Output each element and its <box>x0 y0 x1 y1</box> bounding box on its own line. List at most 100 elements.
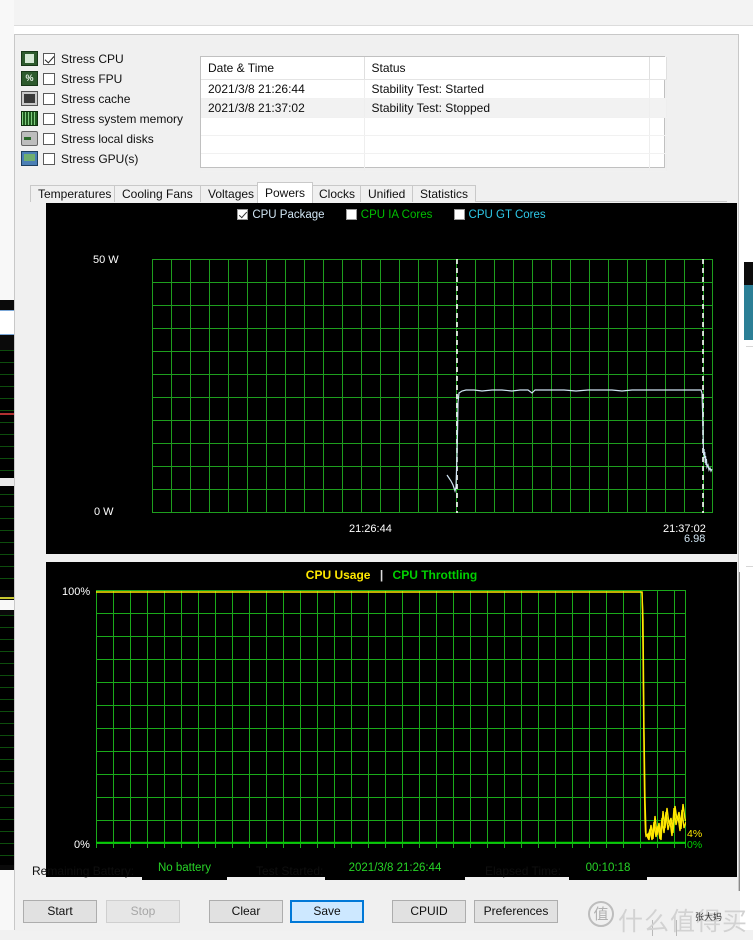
usage-graph-title: CPU Usage | CPU Throttling <box>46 568 737 582</box>
stress-cache-label: Stress cache <box>61 91 131 106</box>
stress-disks-checkbox[interactable] <box>43 132 55 145</box>
tab-statistics[interactable]: Statistics <box>412 185 477 202</box>
table-row[interactable]: 2021/3/8 21:37:02 Stability Test: Stoppe… <box>201 98 667 118</box>
battery-label: Remaining Battery: <box>32 864 135 878</box>
table-row[interactable] <box>201 153 667 172</box>
watermark: 值 什么值得买 张大妈 <box>588 893 753 935</box>
watermark-logo-icon: 值 <box>588 901 614 927</box>
battery-value: No battery <box>142 856 227 880</box>
power-series-cpu-package <box>446 389 713 494</box>
usage-graph-panel: CPU Usage | CPU Throttling 100% 0% 4% 0% <box>46 562 737 877</box>
power-x-axis-start-label: 21:26:44 <box>349 523 392 535</box>
legend-cpu-package-checkbox[interactable] <box>237 209 249 220</box>
legend-cpu-ia-cores-label: CPU IA Cores <box>360 209 433 221</box>
clear-button[interactable]: Clear <box>209 900 283 923</box>
table-row[interactable] <box>201 135 667 154</box>
stress-option-disks[interactable]: Stress local disks <box>21 129 196 148</box>
stress-option-gpu[interactable]: Stress GPU(s) <box>21 149 196 168</box>
power-current-value-label: 6.98 <box>684 533 706 545</box>
power-plot-svg <box>152 259 713 513</box>
screenshot-root: Stress CPU % Stress FPU Stress cache Str… <box>0 0 753 940</box>
stability-log-table[interactable]: Date & Time Status 2021/3/8 21:26:44 Sta… <box>200 56 667 172</box>
power-y-axis-min-label: 0 W <box>94 506 114 518</box>
legend-cpu-gt-cores-checkbox[interactable] <box>453 209 465 220</box>
stress-gpu-checkbox[interactable] <box>43 152 55 165</box>
usage-series-cpu-usage <box>96 591 686 841</box>
cpuid-powermax-window: Stress CPU % Stress FPU Stress cache Str… <box>14 34 740 931</box>
throttle-current-value-label: 0% <box>687 839 703 851</box>
desktop-top-strip <box>0 0 753 26</box>
elapsed-time-label: Elapsed Time: <box>485 864 562 878</box>
background-right-dark-band <box>744 262 753 286</box>
usage-y-axis-max-label: 100% <box>62 586 91 598</box>
usage-plot-area <box>96 590 686 848</box>
table-row[interactable] <box>201 117 667 136</box>
test-started-value: 2021/3/8 21:26:44 <box>325 856 465 880</box>
usage-title-cpu-throttling: CPU Throttling <box>392 568 478 582</box>
power-graph-panel: CPU Package CPU IA Cores CPU GT Cores 50… <box>46 203 737 554</box>
stress-options-list: Stress CPU % Stress FPU Stress cache Str… <box>21 49 196 169</box>
save-button[interactable]: Save <box>290 900 364 923</box>
usage-plot-svg <box>96 590 686 848</box>
legend-cpu-package-label: CPU Package <box>252 209 325 221</box>
usage-title-separator: | <box>379 568 384 582</box>
stress-memory-label: Stress system memory <box>61 111 184 126</box>
stress-memory-checkbox[interactable] <box>43 112 55 125</box>
stress-fpu-label: Stress FPU <box>61 71 123 86</box>
stress-cpu-checkbox[interactable] <box>43 52 55 65</box>
power-plot-area <box>152 259 713 513</box>
usage-grid-horizontal <box>96 590 686 844</box>
legend-cpu-package[interactable]: CPU Package <box>237 209 325 221</box>
power-y-axis-max-label: 50 W <box>93 254 119 266</box>
cpu-icon <box>21 51 38 66</box>
cell-status: Stability Test: Stopped <box>364 98 650 118</box>
tab-unified[interactable]: Unified <box>360 185 414 202</box>
table-row[interactable]: 2021/3/8 21:26:44 Stability Test: Starte… <box>201 79 667 99</box>
cell-datetime: 2021/3/8 21:26:44 <box>201 79 365 99</box>
stress-cache-checkbox[interactable] <box>43 92 55 105</box>
cell-extra <box>649 98 667 118</box>
test-started-label: Test Started: <box>256 864 324 878</box>
cell-extra <box>649 153 667 172</box>
usage-series-cpu-usage-tail <box>641 591 686 841</box>
tab-temperatures[interactable]: Temperatures <box>30 185 120 202</box>
power-grid-vertical <box>152 259 713 513</box>
legend-cpu-gt-cores[interactable]: CPU GT Cores <box>453 209 546 221</box>
disk-icon <box>21 131 38 146</box>
usage-y-axis-min-label: 0% <box>74 839 90 851</box>
cell-datetime <box>201 117 365 136</box>
status-bar: Remaining Battery: No battery Test Start… <box>15 853 740 891</box>
background-right-tick-lower <box>746 566 753 567</box>
stress-option-cache[interactable]: Stress cache <box>21 89 196 108</box>
elapsed-time-value: 00:10:18 <box>569 856 647 880</box>
stress-option-cpu[interactable]: Stress CPU <box>21 49 196 68</box>
stress-option-fpu[interactable]: % Stress FPU <box>21 69 196 88</box>
stress-option-memory[interactable]: Stress system memory <box>21 109 196 128</box>
watermark-text: 什么值得买 <box>618 908 749 935</box>
stop-button[interactable]: Stop <box>106 900 180 923</box>
background-right-tick-upper <box>746 346 753 347</box>
column-header-datetime[interactable]: Date & Time <box>201 57 365 80</box>
tab-voltages[interactable]: Voltages <box>200 185 263 202</box>
stress-cpu-label: Stress CPU <box>61 51 124 66</box>
cell-datetime: 2021/3/8 21:37:02 <box>201 98 365 118</box>
column-header-status[interactable]: Status <box>364 57 650 80</box>
start-button[interactable]: Start <box>23 900 97 923</box>
cell-status <box>364 117 650 136</box>
usage-grid-vertical <box>96 590 686 848</box>
tab-clocks[interactable]: Clocks <box>311 185 364 202</box>
cell-datetime <box>201 153 365 172</box>
fpu-icon: % <box>21 71 38 86</box>
legend-cpu-ia-cores[interactable]: CPU IA Cores <box>345 209 433 221</box>
memory-icon <box>21 111 38 126</box>
legend-cpu-ia-cores-checkbox[interactable] <box>345 209 357 220</box>
gpu-icon <box>21 151 38 166</box>
preferences-button[interactable]: Preferences <box>474 900 558 923</box>
cpuid-button[interactable]: CPUID <box>392 900 466 923</box>
column-header-extra[interactable] <box>649 57 667 80</box>
tab-powers[interactable]: Powers <box>257 182 314 203</box>
power-grid-horizontal <box>152 259 713 513</box>
stress-fpu-checkbox[interactable] <box>43 72 55 85</box>
tab-cooling-fans[interactable]: Cooling Fans <box>114 185 201 202</box>
cell-status <box>364 135 650 154</box>
